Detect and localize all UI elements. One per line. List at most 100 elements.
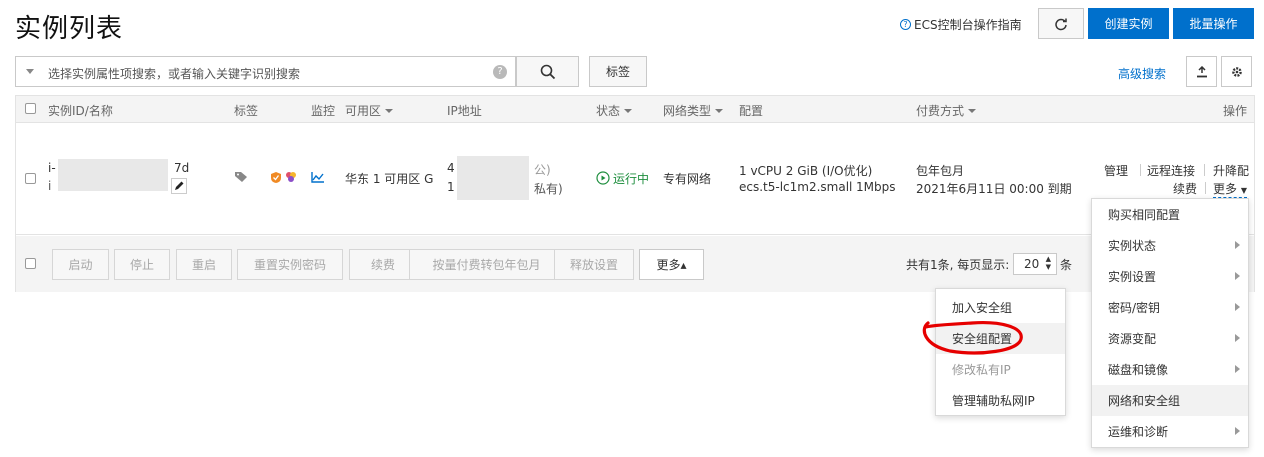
menu-item-network-security[interactable]: 网络和安全组 (1092, 385, 1248, 416)
restart-button[interactable]: 重启 (176, 249, 232, 280)
billing-expiry: 2021年6月11日 00:00 到期 (916, 182, 1072, 196)
convert-billing-button[interactable]: 按量付费转包年包月 (409, 249, 564, 280)
menu-item-label: 实例设置 (1108, 270, 1157, 284)
export-icon (1196, 65, 1207, 77)
menu-item-instance-settings[interactable]: 实例设置 (1092, 261, 1248, 292)
header-zone[interactable]: 可用区 (345, 102, 394, 119)
chevron-right-icon (1235, 272, 1240, 280)
menu-item-instance-status[interactable]: 实例状态 (1092, 230, 1248, 261)
search-icon (540, 64, 555, 79)
page-size-select[interactable]: 20 ▲ ▼ (1013, 253, 1057, 275)
footer-more-button[interactable]: 更多▴ (639, 249, 704, 280)
renew-button[interactable]: 续费 (349, 249, 417, 280)
menu-item-password-key[interactable]: 密码/密钥 (1092, 292, 1248, 323)
running-status-icon (596, 171, 610, 185)
pager-unit: 条 (1060, 258, 1073, 272)
menu-item-ops-diagnostics[interactable]: 运维和诊断 (1092, 416, 1248, 447)
footer-select-checkbox[interactable] (25, 258, 36, 269)
reset-password-button[interactable]: 重置实例密码 (237, 249, 343, 280)
header-actions: 操作 (1223, 104, 1248, 118)
menu-item-label: 运维和诊断 (1108, 425, 1169, 439)
search-input[interactable]: 选择实例属性项搜索，或者输入关键字识别搜索 ? (15, 56, 516, 87)
header-billing-label: 付费方式 (916, 104, 965, 118)
chevron-right-icon (1235, 365, 1240, 373)
settings-button[interactable] (1221, 56, 1252, 87)
help-icon[interactable]: ? (493, 65, 507, 79)
bandwidth-value: 1Mbps (856, 180, 896, 194)
search-button[interactable] (516, 56, 579, 87)
pencil-icon (175, 181, 184, 190)
header-network-label: 网络类型 (663, 104, 712, 118)
remote-connect-link[interactable]: 远程连接 (1147, 162, 1195, 179)
instance-id-suffix[interactable]: 7d (174, 161, 189, 175)
stop-button[interactable]: 停止 (114, 249, 170, 280)
instance-type-link[interactable]: ecs.t5-lc1m2.small (739, 180, 852, 194)
header-config: 配置 (739, 104, 764, 118)
ip-public-prefix: 4 (447, 161, 455, 175)
header-zone-label: 可用区 (345, 104, 382, 118)
menu-item-label: 资源变配 (1108, 332, 1157, 346)
resize-link[interactable]: 升降配 (1213, 162, 1249, 179)
instance-id-link[interactable]: i- (48, 161, 56, 175)
menu-item-resource-change[interactable]: 资源变配 (1092, 323, 1248, 354)
renew-link[interactable]: 续费 (1173, 180, 1197, 197)
manage-link[interactable]: 管理 (1104, 162, 1128, 179)
menu-item-disk-image[interactable]: 磁盘和镜像 (1092, 354, 1248, 385)
menu-item-label: 密码/密钥 (1108, 301, 1161, 315)
instance-table: 实例ID/名称 标签 监控 可用区 IP地址 状态 网络类型 配置 付费方式 操… (15, 95, 1255, 292)
header-tags: 标签 (234, 104, 259, 118)
table-footer: 启动 停止 重启 重置实例密码 续费 按量付费转包年包月 释放设置 更多▴ 共有… (16, 236, 1254, 292)
more-actions-link[interactable]: 更多 ▼ (1213, 180, 1247, 198)
menu-item-buy-same[interactable]: 购买相同配置 (1092, 199, 1248, 230)
create-instance-button[interactable]: 创建实例 (1088, 8, 1169, 39)
zone-value: 华东 1 可用区 G (345, 172, 434, 186)
header-status[interactable]: 状态 (596, 102, 633, 119)
instance-name: i (48, 179, 52, 193)
more-actions-menu: 购买相同配置 实例状态 实例设置 密码/密钥 资源变配 磁盘和镜像 网络和安全组… (1091, 198, 1249, 448)
advanced-search-link[interactable]: 高级搜索 (1118, 65, 1166, 82)
tag-filter-button[interactable]: 标签 (589, 56, 647, 87)
release-settings-button[interactable]: 释放设置 (554, 249, 634, 280)
redacted-ip (457, 156, 529, 200)
monitor-chart-icon[interactable] (311, 171, 325, 183)
cloud-assistant-icon[interactable] (284, 170, 298, 184)
chevron-right-icon (1235, 241, 1240, 249)
header-network[interactable]: 网络类型 (663, 102, 724, 119)
chevron-right-icon (1235, 303, 1240, 311)
batch-operation-button[interactable]: 批量操作 (1173, 8, 1254, 39)
chevron-right-icon (1235, 427, 1240, 435)
search-placeholder: 选择实例属性项搜索，或者输入关键字识别搜索 (48, 67, 301, 81)
table-header: 实例ID/名称 标签 监控 可用区 IP地址 状态 网络类型 配置 付费方式 操… (16, 96, 1254, 123)
header-id-name: 实例ID/名称 (48, 104, 113, 118)
more-actions-label: 更多 (1213, 182, 1238, 196)
action-separator (1204, 164, 1205, 176)
ip-private-prefix: 1 (447, 180, 455, 194)
tag-icon[interactable] (234, 171, 248, 183)
gear-icon (1231, 66, 1242, 77)
guide-label: ECS控制台操作指南 (914, 18, 1022, 32)
refresh-icon (1055, 18, 1067, 30)
chevron-right-icon (1235, 334, 1240, 342)
pager-text: 共有1条, 每页显示: (906, 258, 1010, 272)
stepper-icon: ▲ ▼ (1045, 255, 1051, 271)
edit-name-button[interactable] (171, 178, 187, 194)
submenu-item-modify-private-ip[interactable]: 修改私有IP (936, 354, 1065, 385)
row-checkbox[interactable] (25, 173, 36, 184)
config-spec: 1 vCPU 2 GiB (I/O优化) (739, 164, 873, 178)
header-status-label: 状态 (596, 104, 621, 118)
chevron-down-icon[interactable] (26, 69, 34, 74)
select-all-checkbox[interactable] (25, 103, 36, 114)
ecs-guide-link[interactable]: ? ECS控制台操作指南 (900, 16, 1022, 33)
ip-public-suffix: 公) (534, 163, 551, 177)
chevron-down-icon (385, 109, 394, 113)
start-button[interactable]: 启动 (52, 249, 109, 280)
caret-down-icon: ▼ (1240, 186, 1247, 195)
refresh-button[interactable] (1038, 8, 1084, 39)
security-shield-icon[interactable] (270, 171, 282, 184)
submenu-item-manage-secondary-ip[interactable]: 管理辅助私网IP (936, 385, 1065, 416)
export-button[interactable] (1186, 56, 1217, 87)
billing-type: 包年包月 (916, 164, 965, 178)
redacted-id (58, 159, 168, 191)
header-billing[interactable]: 付费方式 (916, 102, 977, 119)
chevron-down-icon (624, 109, 633, 113)
